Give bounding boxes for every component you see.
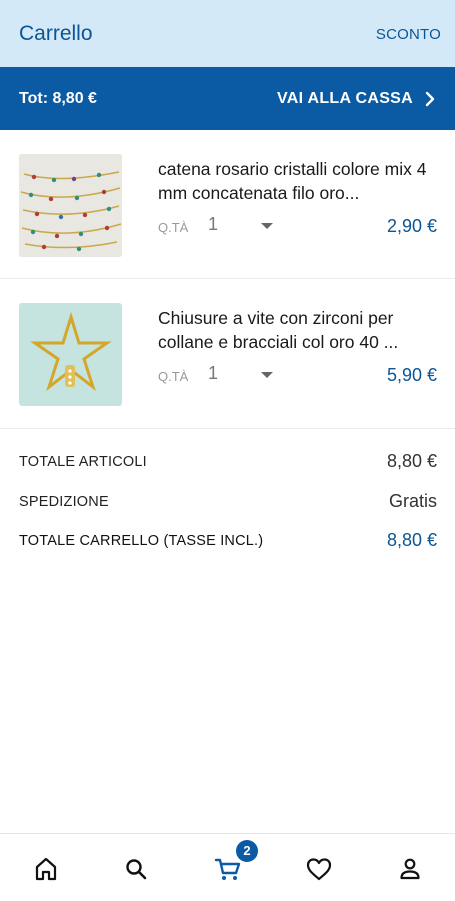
user-icon[interactable] bbox=[393, 852, 427, 886]
summary-label: SPEDIZIONE bbox=[19, 494, 109, 510]
quantity-label: Q.TÀ bbox=[158, 220, 189, 235]
checkout-button[interactable]: VAI ALLA CASSA bbox=[277, 85, 435, 113]
product-image[interactable] bbox=[19, 303, 122, 406]
page-title: Carrello bbox=[19, 22, 93, 45]
summary-value: 8,80 € bbox=[386, 451, 437, 471]
product-name[interactable]: Chiusure a vite con zirconi per collane … bbox=[158, 306, 440, 354]
cart-total-summary: Tot: 8,80 € bbox=[19, 90, 97, 107]
quantity-value: 1 bbox=[208, 214, 219, 234]
quantity-dropdown[interactable]: 1 bbox=[208, 214, 280, 240]
quantity-value: 1 bbox=[208, 363, 219, 383]
quantity-dropdown[interactable]: 1 bbox=[208, 363, 280, 389]
search-icon[interactable] bbox=[119, 852, 153, 886]
chevron-right-icon bbox=[425, 91, 435, 107]
cart-item: Chiusure a vite con zirconi per collane … bbox=[0, 279, 455, 427]
quantity-label: Q.TÀ bbox=[158, 369, 189, 384]
app-header: Carrello SCONTO bbox=[0, 0, 455, 67]
cart-item: catena rosario cristalli colore mix 4 mm… bbox=[0, 130, 455, 278]
product-price: 5,90 € bbox=[386, 365, 437, 385]
bottom-navigation bbox=[0, 833, 455, 901]
checkout-label: VAI ALLA CASSA bbox=[276, 90, 413, 107]
product-name[interactable]: catena rosario cristalli colore mix 4 mm… bbox=[158, 157, 440, 205]
caret-down-icon bbox=[261, 223, 273, 229]
discount-button[interactable]: SCONTO bbox=[376, 26, 441, 43]
summary-label: TOTALE ARTICOLI bbox=[19, 454, 147, 470]
home-icon[interactable] bbox=[29, 852, 63, 886]
product-price: 2,90 € bbox=[386, 216, 437, 236]
summary-value: 8,80 € bbox=[386, 530, 437, 550]
product-image[interactable] bbox=[19, 154, 122, 257]
heart-icon[interactable] bbox=[302, 852, 336, 886]
summary-value: Gratis bbox=[388, 491, 437, 511]
summary-shipping: SPEDIZIONE Gratis bbox=[19, 490, 437, 514]
caret-down-icon bbox=[261, 372, 273, 378]
checkout-bar: Tot: 8,80 € VAI ALLA CASSA bbox=[0, 67, 455, 130]
cart-count-badge: 2 bbox=[236, 840, 258, 862]
summary-label: TOTALE CARRELLO (TASSE INCL.) bbox=[19, 533, 264, 549]
divider bbox=[0, 428, 455, 429]
summary-cart-total: TOTALE CARRELLO (TASSE INCL.) 8,80 € bbox=[19, 529, 437, 553]
summary-articles: TOTALE ARTICOLI 8,80 € bbox=[19, 450, 437, 474]
